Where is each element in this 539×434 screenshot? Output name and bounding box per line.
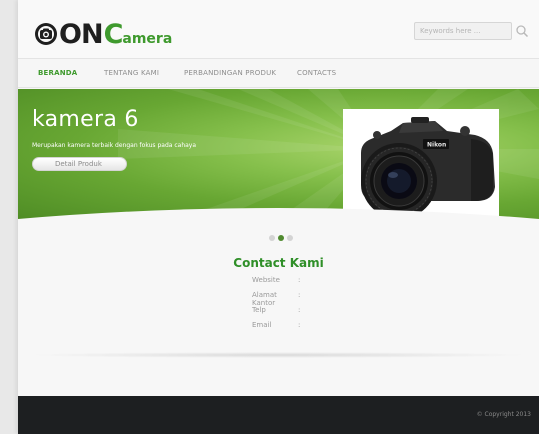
- content-area: ON C amera BERANDA TENTANG KAMI PERBANDI…: [18, 0, 539, 434]
- contact-row-telp: Telp :: [252, 306, 306, 321]
- hero-subtitle: Merupakan kamera terbaik dengan fokus pa…: [32, 142, 197, 149]
- main-nav: BERANDA TENTANG KAMI PERBANDINGAN PRODUK…: [18, 58, 539, 88]
- contact-label: Email: [252, 321, 272, 329]
- logo-text-amera: amera: [122, 31, 173, 47]
- slider-dot-2[interactable]: [278, 235, 284, 241]
- slider-dot-3[interactable]: [287, 235, 293, 241]
- slider-dot-1[interactable]: [269, 235, 275, 241]
- contact-separator: :: [298, 306, 301, 314]
- contact-title: Contact Kami: [233, 256, 324, 270]
- search-icon[interactable]: [515, 24, 529, 38]
- contact-separator: :: [298, 321, 301, 329]
- header: ON C amera: [18, 0, 539, 58]
- camera-brand-label: Nikon: [427, 142, 446, 149]
- logo-text-c: C: [103, 19, 124, 50]
- contact-row-alamat: Alamat Kantor :: [252, 291, 306, 307]
- contact-label: Website: [252, 276, 280, 284]
- nav-item-beranda[interactable]: BERANDA: [38, 69, 77, 77]
- copyright-text: © Copyright 2013: [476, 411, 531, 418]
- contact-label: Alamat Kantor: [252, 291, 277, 307]
- slider-pagination: [269, 234, 299, 242]
- footer: © Copyright 2013: [18, 396, 539, 434]
- product-image: Nikon: [343, 109, 499, 219]
- contact-label: Telp: [252, 306, 266, 314]
- search-input[interactable]: [414, 22, 512, 40]
- nav-item-tentang-kami[interactable]: TENTANG KAMI: [104, 69, 159, 77]
- hero-title: kamera 6: [32, 107, 139, 132]
- section-divider: [28, 352, 529, 358]
- contact-separator: :: [298, 276, 301, 284]
- camera-logo-icon: [35, 23, 57, 45]
- contact-row-email: Email :: [252, 321, 306, 336]
- logo-text-on: ON: [59, 19, 104, 50]
- dslr-camera-icon: Nikon: [361, 117, 495, 219]
- page: ON C amera BERANDA TENTANG KAMI PERBANDI…: [0, 0, 539, 434]
- hero-banner: kamera 6 Merupakan kamera terbaik dengan…: [18, 89, 539, 219]
- logo[interactable]: ON C amera: [34, 18, 172, 48]
- contact-info: Website : Alamat Kantor : Telp : Email :: [252, 276, 306, 336]
- contact-row-website: Website :: [252, 276, 306, 291]
- nav-item-perbandingan-produk[interactable]: PERBANDINGAN PRODUK: [184, 69, 276, 77]
- nav-item-contacts[interactable]: CONTACTS: [297, 69, 336, 77]
- contact-separator: :: [298, 291, 301, 299]
- detail-produk-button[interactable]: Detail Produk: [32, 157, 127, 171]
- hero-bottom-curve: [18, 208, 539, 235]
